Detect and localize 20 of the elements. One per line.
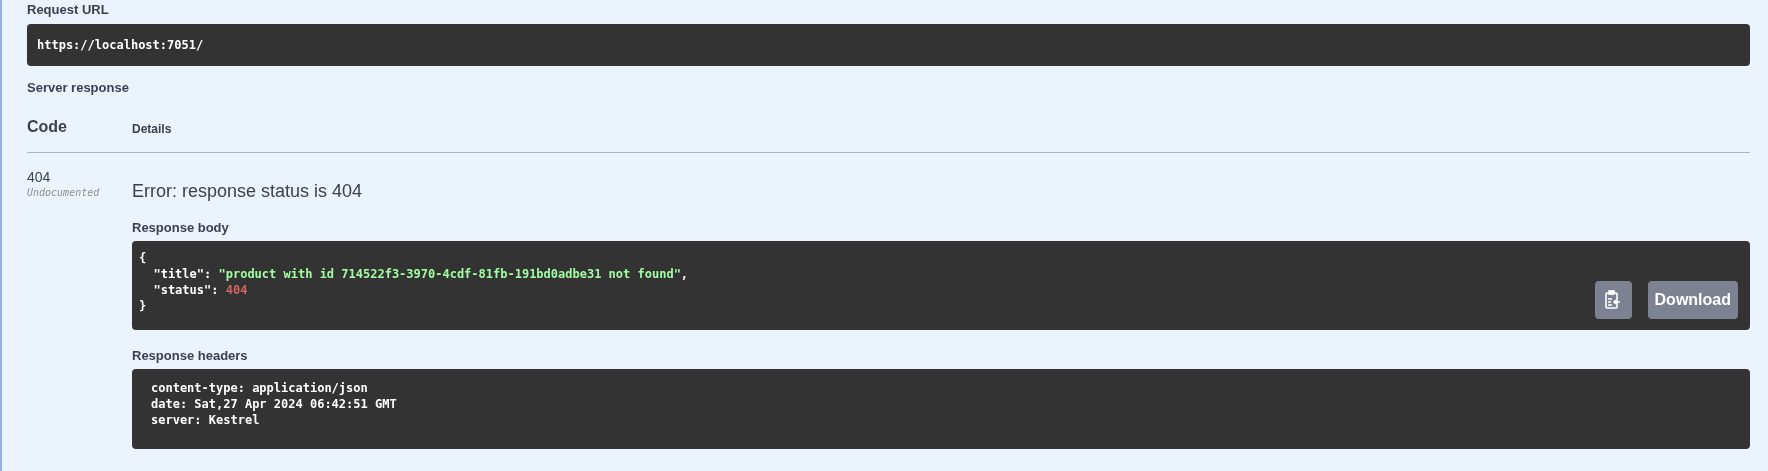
status-note: Undocumented bbox=[27, 187, 100, 198]
code-line: date: Sat,27 Apr 2024 06:42:51 GMT bbox=[151, 396, 397, 412]
code-line: "status": 404 bbox=[152, 282, 248, 298]
field-label: Response headers bbox=[132, 348, 248, 363]
clipboard-icon bbox=[1604, 290, 1623, 310]
code-line: } bbox=[139, 298, 147, 314]
download-button[interactable]: Download bbox=[1647, 281, 1738, 319]
url-field: https://localhost:7051/ bbox=[27, 24, 1750, 66]
code-line: content-type: application/json bbox=[151, 380, 368, 396]
column-header: Details bbox=[132, 122, 172, 136]
column-header: Code bbox=[27, 118, 68, 136]
field-label: Response body bbox=[132, 220, 229, 235]
copy-button[interactable] bbox=[1594, 281, 1632, 319]
status-code: 404 bbox=[27, 169, 51, 185]
code-line: { bbox=[139, 250, 147, 266]
error-message: Error: response status is 404 bbox=[132, 181, 363, 202]
code-line: server: Kestrel bbox=[151, 412, 260, 428]
code-line: "title": "product with id 714522f3-3970-4cdf-81fb-191bd0adbe31 not found", bbox=[152, 266, 689, 282]
field-label: Request URL bbox=[27, 2, 109, 17]
section-title: Server response bbox=[27, 80, 129, 95]
